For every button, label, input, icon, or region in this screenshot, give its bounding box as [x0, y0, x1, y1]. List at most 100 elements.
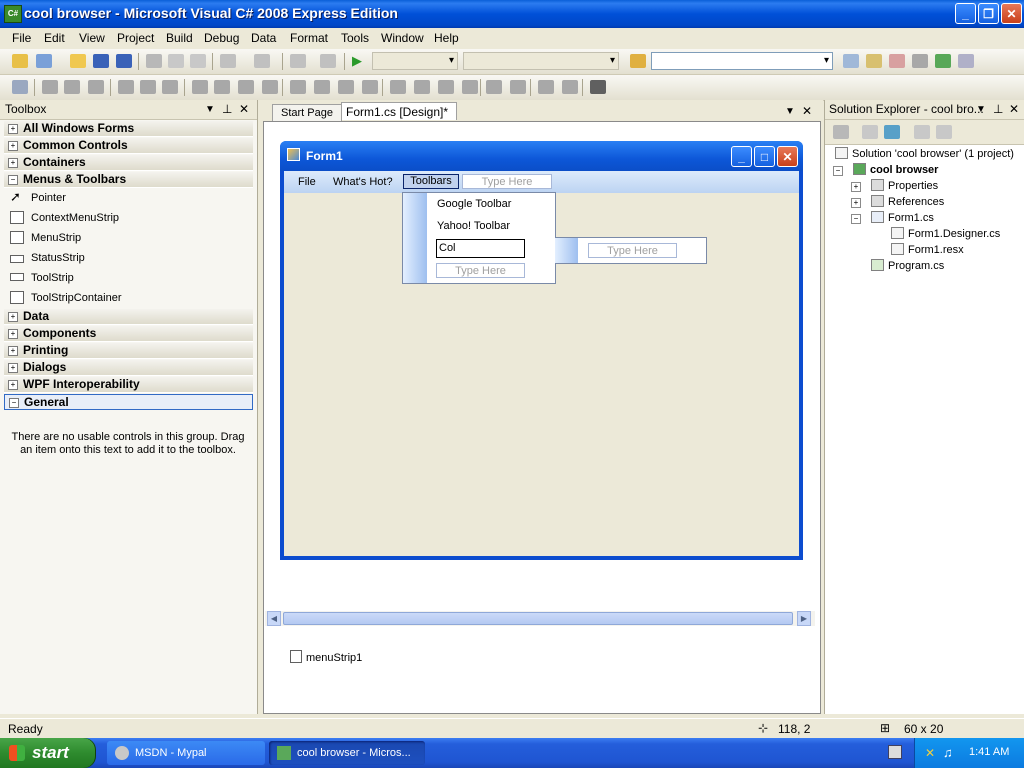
show-all-files-icon[interactable] [862, 125, 878, 139]
menu-window[interactable]: Window [381, 31, 424, 45]
decrease-vertical-spacing-icon[interactable] [438, 80, 454, 94]
redo-icon[interactable] [254, 54, 270, 68]
close-button[interactable]: ✕ [1001, 3, 1022, 24]
save-all-icon[interactable] [116, 54, 132, 68]
platform-combo[interactable]: ▾ [463, 52, 619, 70]
start-page-icon[interactable] [935, 54, 951, 68]
language-bar-icon[interactable] [888, 745, 902, 759]
menu-build[interactable]: Build [166, 31, 193, 45]
find-combo[interactable]: ▾ [651, 52, 833, 70]
bring-to-front-icon[interactable] [538, 80, 554, 94]
align-to-grid-icon[interactable] [12, 80, 28, 94]
open-file-icon[interactable] [70, 54, 86, 68]
toolbox-group-containers[interactable]: + Containers [4, 155, 253, 171]
form-menu-file[interactable]: File [298, 176, 316, 188]
form-minimize-button[interactable]: _ [731, 146, 752, 167]
send-to-back-icon[interactable] [562, 80, 578, 94]
restore-button[interactable]: ❐ [978, 3, 999, 24]
horizontal-scrollbar[interactable]: ◀ ▶ [265, 611, 815, 626]
tab-start-page[interactable]: Start Page [272, 104, 342, 121]
add-item-icon[interactable] [36, 54, 52, 68]
view-code-icon[interactable] [914, 125, 930, 139]
copy-icon[interactable] [168, 54, 184, 68]
scroll-left-icon[interactable]: ◀ [267, 611, 281, 626]
configuration-combo[interactable]: ▾ [372, 52, 458, 70]
dropdown-type-here[interactable]: Type Here [436, 263, 525, 278]
increase-vertical-spacing-icon[interactable] [414, 80, 430, 94]
menu-tools[interactable]: Tools [341, 31, 369, 45]
save-icon[interactable] [93, 54, 109, 68]
collapse-icon[interactable]: − [833, 166, 843, 176]
start-button[interactable]: start [0, 738, 96, 768]
refresh-icon[interactable] [884, 125, 900, 139]
menu-data[interactable]: Data [251, 31, 276, 45]
dropdown-edit-field[interactable]: Col [436, 239, 525, 258]
tray-utility-icon[interactable]: ✕ [925, 746, 935, 760]
tree-project[interactable]: cool browser [853, 163, 938, 177]
remove-vertical-spacing-icon[interactable] [462, 80, 478, 94]
horizontal-spacing-icon[interactable] [290, 80, 306, 94]
find-in-files-icon[interactable] [630, 54, 646, 68]
vertical-spacing-icon[interactable] [390, 80, 406, 94]
clock[interactable]: 1:41 AM [969, 746, 1009, 758]
dropdown-item-yahoo-toolbar[interactable]: Yahoo! Toolbar [437, 220, 510, 232]
view-designer-icon[interactable] [936, 125, 952, 139]
size-to-grid-icon[interactable] [214, 80, 230, 94]
new-project-icon[interactable] [12, 54, 28, 68]
cut-icon[interactable] [146, 54, 162, 68]
scroll-right-icon[interactable]: ▶ [797, 611, 811, 626]
menu-format[interactable]: Format [290, 31, 328, 45]
toolbox-group-wpf-interoperability[interactable]: + WPF Interoperability [4, 377, 253, 393]
toolbox-empty-text[interactable]: There are no usable controls in this gro… [8, 431, 248, 457]
tree-references[interactable]: References [871, 195, 944, 209]
tab-form1-design[interactable]: Form1.cs [Design]* [341, 102, 457, 120]
align-lefts-icon[interactable] [42, 80, 58, 94]
find-icon[interactable] [843, 54, 859, 68]
menu-debug[interactable]: Debug [204, 31, 239, 45]
toolbox-group-general[interactable]: − General [4, 394, 253, 410]
scrollbar-thumb[interactable] [283, 612, 793, 625]
tree-form1-designer-cs[interactable]: Form1.Designer.cs [891, 227, 1000, 241]
pin-icon[interactable]: ⊥ [993, 100, 1003, 119]
increase-horizontal-spacing-icon[interactable] [314, 80, 330, 94]
align-middles-icon[interactable] [140, 80, 156, 94]
form-close-button[interactable]: ✕ [777, 146, 798, 167]
properties-icon[interactable] [833, 125, 849, 139]
form-menu-whats-hot[interactable]: What's Hot? [333, 176, 393, 188]
navigate-forward-icon[interactable] [320, 54, 336, 68]
paste-icon[interactable] [190, 54, 206, 68]
submenu-type-here[interactable]: Type Here [588, 243, 677, 258]
navigate-backward-icon[interactable] [290, 54, 306, 68]
align-centers-icon[interactable] [64, 80, 80, 94]
minimize-button[interactable]: _ [955, 3, 976, 24]
close-document-icon[interactable]: ✕ [802, 104, 812, 118]
toolbox-icon[interactable] [912, 54, 928, 68]
dropdown-item-google-toolbar[interactable]: Google Toolbar [437, 198, 511, 210]
error-list-icon[interactable] [958, 54, 974, 68]
toolbox-group-data[interactable]: + Data [4, 309, 253, 325]
tree-program-cs[interactable]: Program.cs [871, 259, 944, 273]
toolbox-group-common-controls[interactable]: + Common Controls [4, 138, 253, 154]
toolbox-group-components[interactable]: + Components [4, 326, 253, 342]
form-menu-toolbars[interactable]: Toolbars [403, 174, 459, 189]
component-menustrip1[interactable]: menuStrip1 [306, 652, 362, 664]
toolbox-group-all-windows-forms[interactable]: + All Windows Forms [4, 121, 253, 137]
menu-file[interactable]: File [12, 31, 31, 45]
tree-form1-cs[interactable]: Form1.cs [871, 211, 934, 225]
form-maximize-button[interactable]: □ [754, 146, 775, 167]
toolbox-group-dialogs[interactable]: + Dialogs [4, 360, 253, 376]
tree-solution[interactable]: Solution 'cool browser' (1 project) [835, 147, 1014, 161]
menu-project[interactable]: Project [117, 31, 154, 45]
remove-horizontal-spacing-icon[interactable] [362, 80, 378, 94]
close-icon[interactable]: ✕ [1009, 100, 1019, 119]
pin-icon[interactable]: ⊥ [222, 100, 232, 119]
tree-properties[interactable]: Properties [871, 179, 938, 193]
start-debugging-icon[interactable]: ▶ [352, 54, 368, 68]
form-menustrip[interactable]: File What's Hot? Toolbars Type Here [284, 171, 799, 193]
expand-icon[interactable]: + [851, 198, 861, 208]
volume-icon[interactable]: ♫ [943, 745, 953, 760]
menustrip-type-here[interactable]: Type Here [462, 174, 552, 189]
object-browser-icon[interactable] [889, 54, 905, 68]
menu-edit[interactable]: Edit [44, 31, 65, 45]
align-bottoms-icon[interactable] [162, 80, 178, 94]
